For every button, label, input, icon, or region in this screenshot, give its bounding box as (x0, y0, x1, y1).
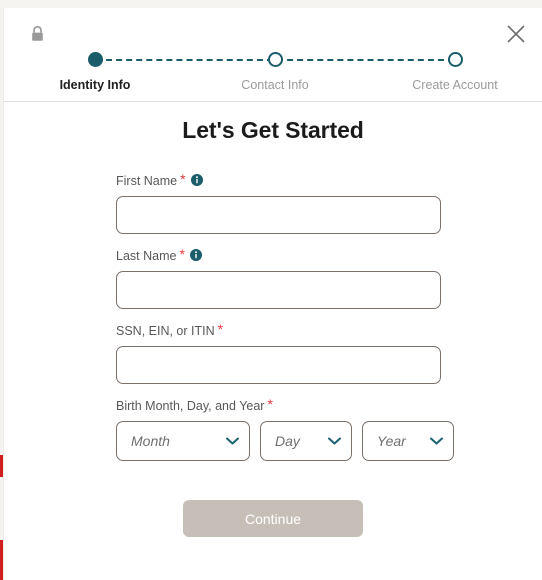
field-label: First Name * (116, 171, 542, 190)
birth-month-select[interactable]: Month (116, 421, 250, 461)
birth-month-value: Month (131, 433, 170, 449)
info-icon[interactable] (189, 249, 202, 261)
chevron-down-icon (219, 437, 249, 445)
field-label: Birth Month, Day, and Year * (116, 396, 542, 415)
step-dot-upcoming (267, 52, 283, 67)
birth-year-value: Year (377, 433, 406, 449)
required-marker: * (179, 246, 185, 262)
chevron-down-icon (423, 437, 453, 445)
field-label: SSN, EIN, or ITIN * (116, 321, 542, 340)
birth-day-value: Day (275, 433, 300, 449)
stepper-step-label: Create Account (412, 78, 498, 92)
close-button[interactable] (499, 17, 533, 51)
field-label-text: SSN, EIN, or ITIN (116, 324, 215, 338)
step-dot-upcoming (447, 52, 463, 67)
field-last-name: Last Name * (116, 246, 542, 309)
lock-icon (29, 25, 46, 43)
stepper-step-label: Identity Info (59, 78, 131, 92)
continue-button[interactable]: Continue (183, 500, 363, 537)
required-marker: * (180, 171, 186, 187)
step-dot-completed (87, 52, 103, 67)
last-name-input[interactable] (116, 271, 441, 309)
field-label-text: Birth Month, Day, and Year (116, 399, 265, 413)
close-icon (507, 25, 525, 43)
stepper-step-label: Contact Info (241, 78, 309, 92)
birth-year-select[interactable]: Year (362, 421, 454, 461)
birth-day-select[interactable]: Day (260, 421, 352, 461)
stepper-step-create-account[interactable]: Create Account (385, 52, 525, 93)
stepper-step-contact-info[interactable]: Contact Info (205, 52, 345, 93)
field-label-text: Last Name (116, 249, 177, 263)
modal-body: Let's Get Started First Name * Last Name… (4, 94, 542, 537)
required-marker: * (217, 321, 224, 337)
progress-stepper: Identity Info Contact Info Create Accoun… (4, 52, 542, 100)
field-label-text: First Name (116, 174, 178, 188)
required-marker: * (267, 396, 273, 412)
modal-header: Identity Info Contact Info Create Accoun… (4, 8, 542, 102)
stepper-step-identity-info[interactable]: Identity Info (25, 52, 165, 93)
field-ssn-ein-itin: SSN, EIN, or ITIN * (116, 321, 542, 384)
page-title: Let's Get Started (182, 117, 364, 143)
ssn-ein-itin-input[interactable] (116, 346, 441, 384)
page-root: Identity Info Contact Info Create Accoun… (0, 0, 542, 580)
identity-info-form: First Name * Last Name * SSN, EIN, or IT… (4, 171, 542, 461)
first-name-input[interactable] (116, 196, 441, 234)
info-icon[interactable] (190, 174, 203, 186)
chevron-down-icon (321, 437, 351, 445)
field-label: Last Name * (116, 246, 542, 265)
signup-modal: Identity Info Contact Info Create Accoun… (3, 8, 542, 580)
birthdate-select-row: Month Day Year (116, 421, 542, 461)
field-birthdate: Birth Month, Day, and Year * Month Day Y… (116, 396, 542, 461)
field-first-name: First Name * (116, 171, 542, 234)
